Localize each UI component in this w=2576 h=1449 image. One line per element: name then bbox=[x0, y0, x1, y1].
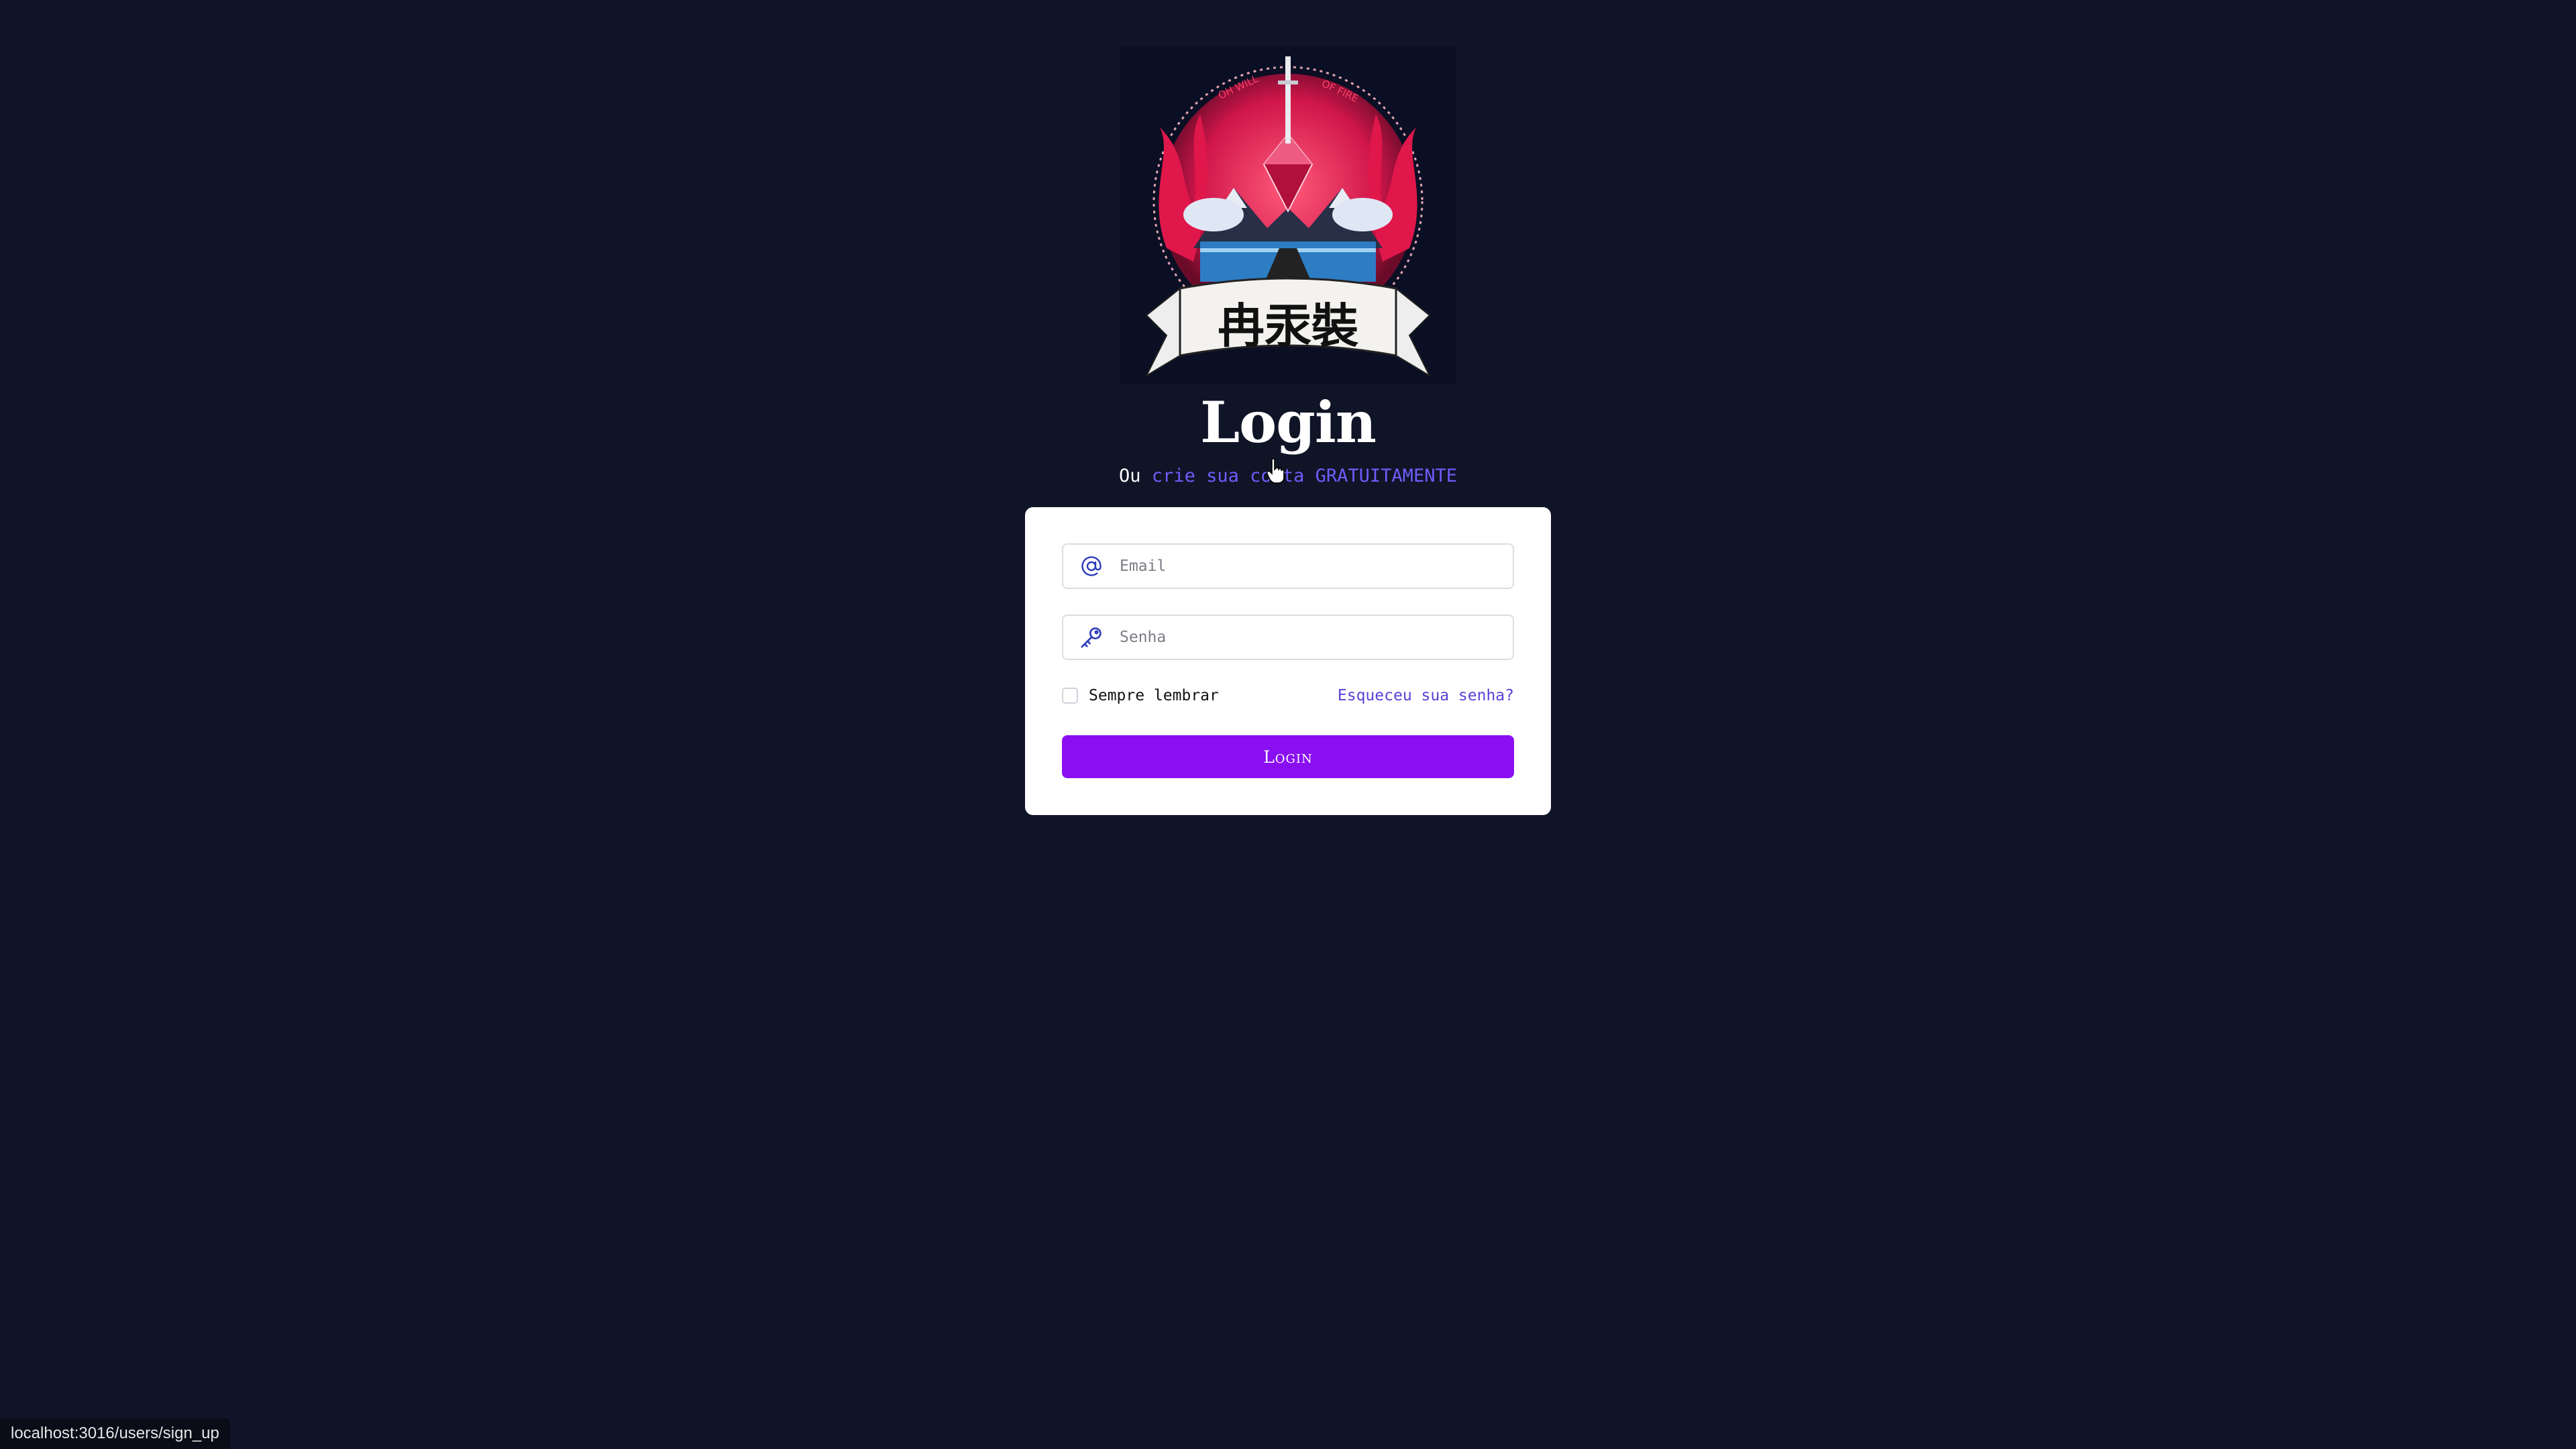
login-button[interactable]: Login bbox=[1062, 735, 1514, 778]
page-title: Login bbox=[1200, 389, 1377, 455]
key-icon bbox=[1063, 624, 1120, 651]
at-icon bbox=[1063, 554, 1120, 578]
brand-logo: OH WILL OF FIRE 冉汞裝 bbox=[1120, 47, 1456, 384]
hand-cursor-icon bbox=[1267, 458, 1285, 484]
remember-me-label: Sempre lembrar bbox=[1089, 687, 1219, 704]
password-input[interactable] bbox=[1120, 616, 1513, 659]
email-field-wrapper bbox=[1062, 543, 1514, 589]
email-input[interactable] bbox=[1120, 545, 1513, 588]
login-form-card: Sempre lembrar Esqueceu sua senha? Login bbox=[1025, 507, 1551, 815]
form-options-row: Sempre lembrar Esqueceu sua senha? bbox=[1062, 687, 1514, 704]
password-field-wrapper bbox=[1062, 614, 1514, 660]
remember-me[interactable]: Sempre lembrar bbox=[1062, 687, 1219, 704]
login-page: OH WILL OF FIRE 冉汞裝 Login Ou crie sua co… bbox=[0, 0, 2576, 815]
status-bar-url: localhost:3016/users/sign_up bbox=[0, 1418, 230, 1449]
signup-prompt: Ou crie sua conta GRATUITAMENTE bbox=[1119, 464, 1457, 488]
logo-emblem-image: OH WILL OF FIRE 冉汞裝 bbox=[1144, 56, 1432, 378]
signup-link[interactable]: crie sua conta GRATUITAMENTE bbox=[1152, 466, 1457, 486]
remember-me-checkbox[interactable] bbox=[1062, 688, 1078, 704]
signup-prompt-prefix: Ou bbox=[1119, 466, 1152, 486]
logo-banner-text: 冉汞裝 bbox=[1218, 298, 1359, 354]
forgot-password-link[interactable]: Esqueceu sua senha? bbox=[1338, 687, 1514, 704]
